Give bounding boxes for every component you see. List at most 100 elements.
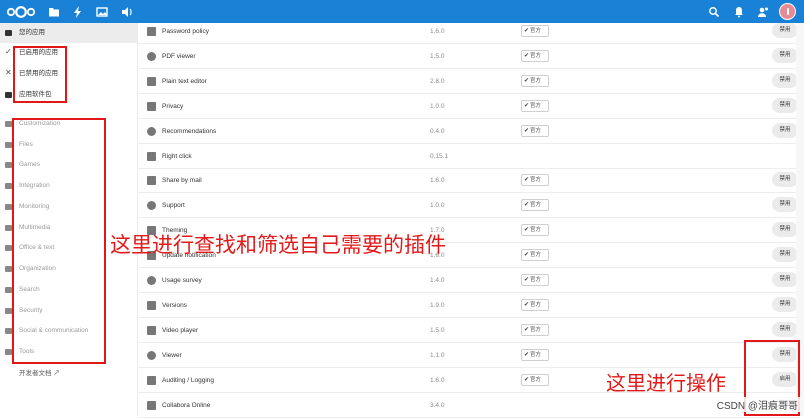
app-version: 1.6.0 [430, 168, 444, 193]
app-row[interactable]: Versions1.9.0✔官方禁用 [138, 293, 800, 318]
text-editor-icon [147, 77, 156, 86]
activity-icon[interactable] [70, 4, 86, 20]
search-icon[interactable] [706, 4, 722, 20]
image-icon [5, 225, 12, 231]
app-row[interactable]: Right click 0.15.1 [138, 144, 800, 169]
developer-docs-link[interactable]: 开发者文档 ↗ [19, 367, 60, 377]
official-label: 官方 [530, 377, 541, 383]
brush-icon [5, 121, 12, 127]
annotation-box-categories [12, 118, 106, 364]
app-name[interactable]: Collabora Online [162, 393, 210, 418]
app-row[interactable]: Share by mail1.6.0✔官方禁用 [138, 168, 800, 193]
check-icon: ✔ [524, 327, 529, 333]
app-row[interactable]: Video player1.5.0✔官方禁用 [138, 318, 800, 343]
app-name[interactable]: Video player [162, 318, 198, 343]
official-badge: ✔官方 [521, 25, 549, 37]
app-version: 0.15.1 [430, 144, 448, 169]
disable-button[interactable]: 禁用 [772, 272, 798, 287]
check-icon: ✔ [524, 53, 529, 59]
user-avatar[interactable] [779, 3, 796, 20]
support-icon [147, 201, 156, 210]
app-row[interactable]: Viewer1.1.0✔官方禁用 [138, 343, 800, 368]
pdf-icon [147, 52, 156, 61]
nextcloud-logo[interactable] [6, 5, 36, 19]
lock-icon [5, 308, 12, 314]
app-row[interactable]: Plain text editor 2.8.0 ✔官方 禁用 [138, 69, 800, 94]
official-label: 官方 [530, 202, 541, 208]
sidebar-item-your-apps[interactable]: 您的应用 [0, 23, 137, 43]
app-row[interactable]: Support1.0.0✔官方禁用 [138, 193, 800, 218]
app-name[interactable]: Plain text editor [162, 69, 207, 94]
check-icon: ✔ [524, 78, 529, 84]
disable-button[interactable]: 禁用 [772, 123, 798, 138]
official-badge: ✔官方 [521, 349, 549, 361]
package-icon [5, 92, 12, 98]
check-icon: ✔ [524, 227, 529, 233]
app-version: 2.8.0 [430, 69, 444, 94]
check-icon: ✔ [524, 28, 529, 34]
official-label: 官方 [530, 53, 541, 59]
watermark: CSDN @泪痕哥哥 [715, 397, 800, 412]
app-row[interactable]: Collabora Online3.4.0禁用 [138, 393, 800, 418]
app-name[interactable]: Privacy [162, 94, 183, 119]
official-label: 官方 [530, 78, 541, 84]
image-icon [147, 351, 156, 360]
disable-button[interactable]: 禁用 [772, 98, 798, 113]
disable-button[interactable]: 禁用 [772, 48, 798, 63]
app-row[interactable]: Recommendations0.4.0✔官方禁用 [138, 119, 800, 144]
disable-button[interactable]: 禁用 [772, 322, 798, 337]
app-name[interactable]: Versions [162, 293, 187, 318]
disable-button[interactable]: 禁用 [772, 247, 798, 262]
app-name[interactable]: PDF viewer [162, 44, 196, 69]
disable-button[interactable]: 禁用 [772, 23, 798, 38]
check-icon: ✔ [524, 202, 529, 208]
audio-icon[interactable] [119, 4, 135, 20]
official-label: 官方 [530, 277, 541, 283]
notifications-icon[interactable] [731, 4, 747, 20]
official-label: 官方 [530, 302, 541, 308]
annotation-right-note: 这里进行操作 [606, 367, 726, 396]
contacts-icon[interactable] [755, 4, 771, 20]
check-icon: ✔ [524, 352, 529, 358]
disable-button[interactable]: 禁用 [772, 172, 798, 187]
app-name[interactable]: Viewer [162, 343, 182, 368]
sidebar-item-label: 您的应用 [19, 29, 45, 36]
photos-icon[interactable] [94, 4, 110, 20]
check-icon: ✔ [524, 177, 529, 183]
app-name[interactable]: Usage survey [162, 268, 202, 293]
app-version: 1.6.0 [430, 368, 444, 393]
app-name[interactable]: Password policy [162, 19, 209, 44]
app-row[interactable]: PDF viewer 1.5.0 ✔官方 禁用 [138, 44, 800, 69]
app-name[interactable]: Support [162, 193, 185, 218]
video-icon [147, 326, 156, 335]
versions-icon [147, 301, 156, 310]
app-row[interactable]: Usage survey1.4.0✔官方禁用 [138, 268, 800, 293]
lock-icon [147, 27, 156, 36]
app-name[interactable]: Recommendations [162, 119, 216, 144]
files-icon[interactable] [46, 4, 62, 20]
check-icon: ✔ [524, 377, 529, 383]
check-icon: ✔ [524, 277, 529, 283]
gear-icon [147, 376, 156, 385]
click-icon [147, 152, 156, 161]
disable-button[interactable]: 禁用 [772, 222, 798, 237]
star-icon [147, 127, 156, 136]
disable-button[interactable]: 禁用 [772, 197, 798, 212]
app-row[interactable]: Privacy1.0.0✔官方禁用 [138, 94, 800, 119]
app-version: 1.9.0 [430, 293, 444, 318]
app-row[interactable]: Password policy1.6.0✔官方禁用 [138, 19, 800, 44]
disable-button[interactable]: 禁用 [772, 297, 798, 312]
check-icon: ✓ [5, 49, 12, 55]
disable-button[interactable]: 禁用 [772, 73, 798, 88]
app-version: 1.0.0 [430, 94, 444, 119]
app-name[interactable]: Right click [162, 144, 192, 169]
app-name[interactable]: Share by mail [162, 168, 202, 193]
app-name[interactable]: Auditing / Logging [162, 368, 214, 393]
official-badge: ✔官方 [521, 75, 549, 87]
annotation-box-filters [13, 46, 67, 103]
app-version: 1.1.0 [430, 343, 444, 368]
app-version: 1.5.0 [430, 44, 444, 69]
check-icon: ✔ [524, 128, 529, 134]
official-label: 官方 [530, 252, 541, 258]
official-badge: ✔官方 [521, 249, 549, 261]
